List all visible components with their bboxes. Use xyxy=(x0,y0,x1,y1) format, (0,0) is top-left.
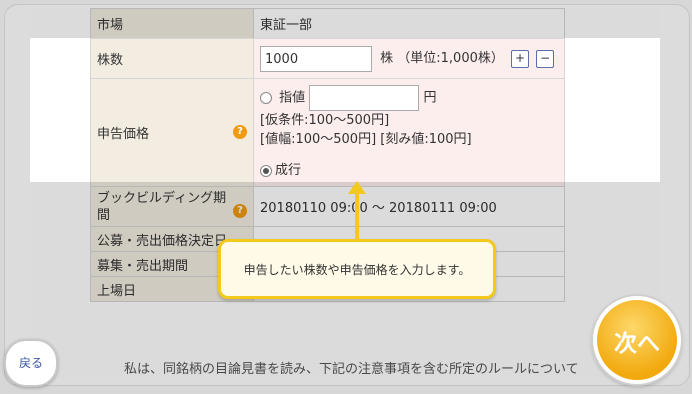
limit-radio[interactable] xyxy=(260,92,272,104)
dim-overlay-top xyxy=(30,8,660,38)
shares-unit: 株 （単位:1,000株） xyxy=(380,51,504,66)
market-order-label: 成行 xyxy=(275,163,302,178)
range-text: [値幅:100～500円] [刻み値:100円] xyxy=(260,132,472,147)
tentative-text: [仮条件:100～500円] xyxy=(260,113,390,128)
plus-button[interactable]: + xyxy=(511,49,530,68)
limit-row: 指値 円 xyxy=(260,85,558,111)
market-order-radio[interactable] xyxy=(260,164,272,177)
shares-cell: 1000 株 （単位:1,000株） + − xyxy=(253,38,565,79)
shares-label: 株数 xyxy=(90,38,254,79)
limit-price-input[interactable] xyxy=(309,85,420,111)
limit-unit: 円 xyxy=(423,90,437,106)
price-cell: 指値 円 [仮条件:100～500円] [値幅:100～500円] [刻み値:1… xyxy=(253,78,565,187)
next-button[interactable]: 次へ xyxy=(593,296,681,384)
shares-input[interactable]: 1000 xyxy=(260,45,372,72)
market-order-row: 成行 xyxy=(260,161,558,180)
tooltip-pointer xyxy=(355,192,359,240)
help-icon[interactable]: ? xyxy=(233,125,247,139)
tooltip: 申告したい株数や申告価格を入力します。 xyxy=(218,239,496,299)
back-button[interactable]: 戻る xyxy=(4,339,58,387)
minus-button[interactable]: − xyxy=(536,49,555,68)
price-label-cell: 申告価格 ? xyxy=(90,78,254,187)
arrow-up-icon xyxy=(348,181,366,194)
price-label: 申告価格 xyxy=(97,127,150,142)
row-price: 申告価格 ? 指値 円 [仮条件:100～500円] [値幅:100～500円]… xyxy=(90,78,565,187)
row-shares: 株数 1000 株 （単位:1,000株） + − xyxy=(90,38,565,79)
limit-label: 指値 xyxy=(279,90,306,106)
